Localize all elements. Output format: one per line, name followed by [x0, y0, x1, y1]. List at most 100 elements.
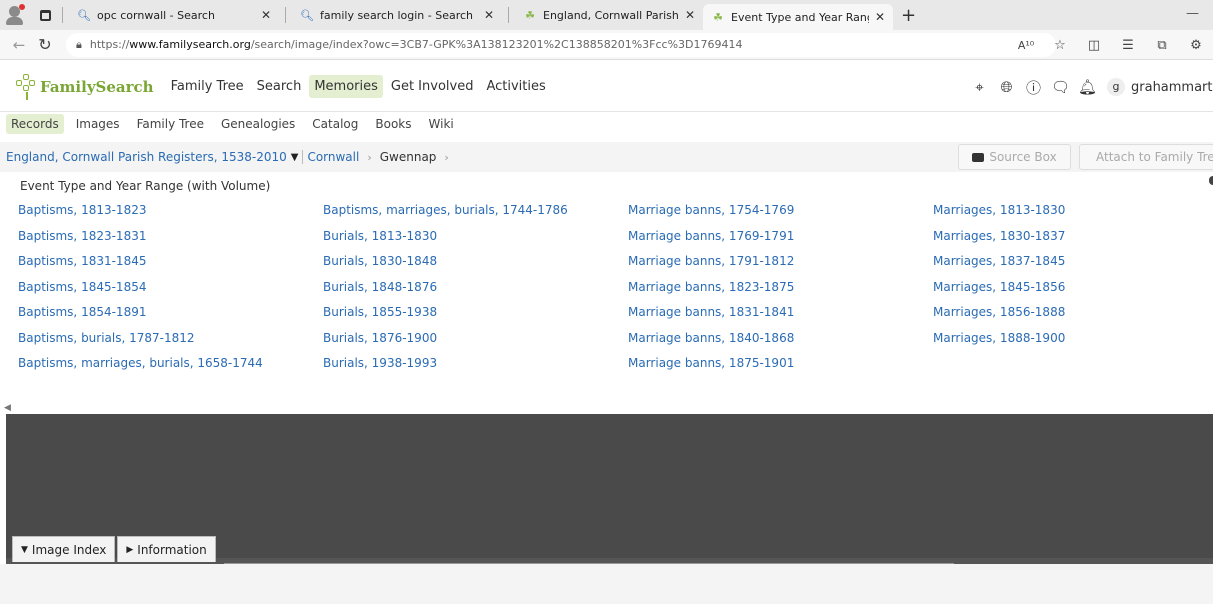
messages-icon[interactable]: 🗨︎ [1047, 78, 1074, 96]
reload-icon[interactable]: ↻ [32, 35, 58, 54]
caret-right-icon: ▶ [126, 544, 134, 555]
info-circle-icon[interactable] [1209, 176, 1213, 185]
subnav-family-tree[interactable]: Family Tree [132, 114, 209, 134]
event-link[interactable]: Marriages, 1830-1837 [933, 229, 1193, 255]
event-link[interactable]: Marriage banns, 1831-1841 [628, 305, 928, 331]
nav-family-tree[interactable]: Family Tree [166, 75, 249, 98]
search-subnav: Records Images Family Tree Genealogies C… [0, 112, 1213, 136]
event-link[interactable]: Marriage banns, 1791-1812 [628, 254, 928, 280]
close-tab-icon[interactable]: ✕ [261, 8, 271, 22]
site-header: FamilySearch Family Tree Search Memories… [0, 62, 1213, 112]
familysearch-logo[interactable]: FamilySearch [16, 73, 154, 100]
event-link[interactable]: Baptisms, 1813-1823 [18, 203, 318, 229]
event-link[interactable]: Baptisms, 1854-1891 [18, 305, 318, 331]
event-link[interactable]: Burials, 1855-1938 [323, 305, 623, 331]
collections-icon[interactable]: ⧉ [1145, 38, 1179, 53]
attach-to-family-tree-button[interactable]: Attach to Family Tree [1079, 144, 1213, 170]
event-link[interactable]: Burials, 1876-1900 [323, 331, 623, 357]
event-link[interactable]: Baptisms, marriages, burials, 1744-1786 [323, 203, 623, 229]
nav-get-involved[interactable]: Get Involved [386, 75, 479, 98]
source-box-button[interactable]: Source Box [958, 144, 1071, 170]
event-link[interactable]: Marriage banns, 1840-1868 [628, 331, 928, 357]
event-link[interactable]: Burials, 1830-1848 [323, 254, 623, 280]
browser-tab-1[interactable]: 🔍︎ opc cornwall - Search ✕ [69, 2, 279, 28]
viewer-tabs: ▼ Image Index ▶ Information [12, 536, 216, 562]
nav-activities[interactable]: Activities [481, 75, 550, 98]
logo-text: FamilySearch [40, 77, 154, 96]
attach-label: Attach to Family Tree [1096, 150, 1213, 164]
split-screen-icon[interactable]: ◫ [1077, 38, 1111, 53]
event-link[interactable]: Marriage banns, 1769-1791 [628, 229, 928, 255]
tab-actions-icon[interactable] [34, 4, 56, 26]
new-tab-icon[interactable]: + [901, 5, 916, 26]
event-link[interactable]: Marriages, 1813-1830 [933, 203, 1193, 229]
globe-icon[interactable]: 🌐︎ [993, 78, 1020, 96]
close-tab-icon[interactable]: ✕ [484, 8, 494, 22]
favorite-star-icon[interactable]: ☆ [1043, 38, 1077, 53]
extensions-icon[interactable]: ⚙ [1179, 38, 1213, 53]
location-pin-icon[interactable]: ⌖ [966, 78, 993, 96]
event-link[interactable]: Marriage banns, 1754-1769 [628, 203, 928, 229]
tab-label: Information [137, 542, 207, 557]
user-avatar[interactable]: g [1107, 78, 1125, 96]
chevron-down-icon[interactable]: ▼ [291, 152, 299, 163]
back-arrow-icon[interactable]: ← [6, 36, 32, 54]
event-link[interactable]: Baptisms, 1831-1845 [18, 254, 318, 280]
tab-divider [285, 7, 286, 23]
subnav-catalog[interactable]: Catalog [307, 114, 363, 134]
event-link[interactable]: Marriages, 1837-1845 [933, 254, 1193, 280]
event-link[interactable]: Baptisms, burials, 1787-1812 [18, 331, 318, 357]
familysearch-leaf-icon: ☘ [525, 8, 535, 22]
event-link[interactable]: Marriage banns, 1875-1901 [628, 356, 928, 382]
event-link[interactable]: Burials, 1813-1830 [323, 229, 623, 255]
event-column-2: Baptisms, marriages, burials, 1744-1786 … [323, 203, 623, 382]
breadcrumb-collection[interactable]: England, Cornwall Parish Registers, 1538… [6, 150, 287, 164]
familysearch-leaf-icon: ☘ [713, 10, 723, 24]
tab-information[interactable]: ▶ Information [117, 536, 216, 562]
url-scheme: https:// [89, 38, 130, 51]
read-aloud-icon[interactable]: A¹⁰ [1009, 39, 1043, 52]
subnav-books[interactable]: Books [370, 114, 416, 134]
scroll-left-arrow-icon[interactable]: ◀ [4, 403, 11, 413]
search-icon: 🔍︎ [77, 8, 91, 22]
close-tab-icon[interactable]: ✕ [875, 10, 885, 24]
event-column-4: Marriages, 1813-1830 Marriages, 1830-183… [933, 203, 1193, 356]
event-link[interactable]: Baptisms, marriages, burials, 1658-1744 [18, 356, 318, 382]
tab-image-index[interactable]: ▼ Image Index [12, 536, 116, 562]
event-link[interactable]: Marriages, 1856-1888 [933, 305, 1193, 331]
subnav-wiki[interactable]: Wiki [424, 114, 459, 134]
url-field[interactable]: 🔒︎ https://www.familysearch.org/search/i… [66, 32, 1056, 57]
subnav-genealogies[interactable]: Genealogies [216, 114, 300, 134]
url-path: /search/image/index?owc=3CB7-GPK%3A13812… [250, 38, 743, 51]
subnav-images[interactable]: Images [71, 114, 125, 134]
notifications-bell-icon[interactable]: 🔔︎ [1074, 78, 1101, 96]
breadcrumb-county[interactable]: Cornwall [307, 150, 359, 164]
event-link[interactable]: Baptisms, 1823-1831 [18, 229, 318, 255]
help-icon[interactable]: ⓘ [1020, 77, 1047, 98]
search-icon: 🔍︎ [300, 8, 314, 22]
browser-tab-2[interactable]: 🔍︎ family search login - Search ✕ [292, 2, 502, 28]
event-link[interactable]: Burials, 1848-1876 [323, 280, 623, 306]
nav-memories[interactable]: Memories [309, 75, 383, 98]
nav-search[interactable]: Search [252, 75, 307, 98]
close-tab-icon[interactable]: ✕ [685, 8, 695, 22]
main-nav: Family Tree Search Memories Get Involved… [166, 75, 554, 98]
event-link[interactable]: Burials, 1938-1993 [323, 356, 623, 382]
caret-down-icon: ▼ [21, 544, 28, 555]
event-link[interactable]: Marriages, 1888-1900 [933, 331, 1193, 357]
event-link[interactable]: Baptisms, 1845-1854 [18, 280, 318, 306]
familysearch-tree-icon [16, 73, 38, 100]
profile-avatar-icon[interactable] [4, 4, 26, 26]
event-link[interactable]: Marriages, 1845-1856 [933, 280, 1193, 306]
source-box-label: Source Box [989, 150, 1057, 164]
event-link[interactable]: Marriage banns, 1823-1875 [628, 280, 928, 306]
chevron-right-icon: › [444, 150, 449, 164]
favorites-list-icon[interactable]: ☰ [1111, 38, 1145, 53]
browser-tab-3[interactable]: ☘ England, Cornwall Parish Registe ✕ [515, 2, 703, 28]
tab-divider [508, 7, 509, 23]
browser-tab-4-active[interactable]: ☘ Event Type and Year Range (with ✕ [703, 4, 893, 30]
subnav-records[interactable]: Records [6, 114, 64, 134]
username[interactable]: grahammartin9 [1131, 80, 1213, 95]
lock-icon: 🔒︎ [76, 37, 82, 51]
minimize-icon[interactable]: — [1186, 6, 1199, 21]
